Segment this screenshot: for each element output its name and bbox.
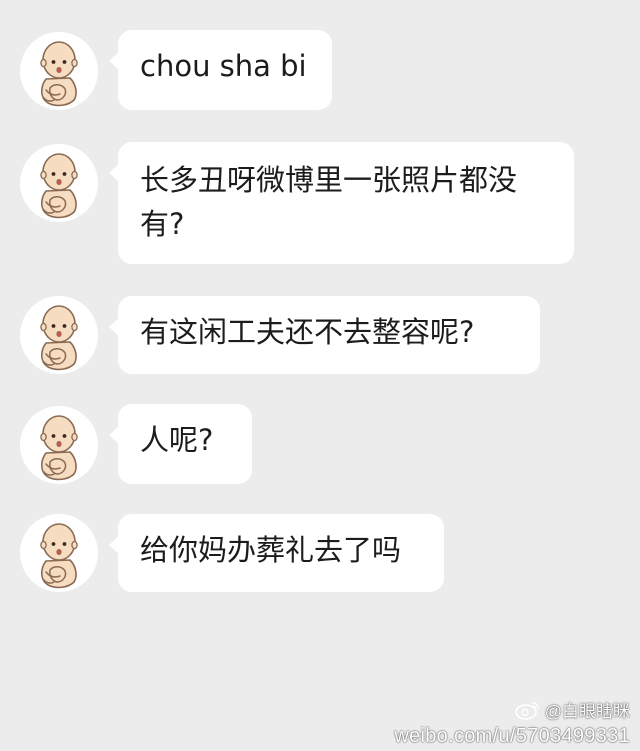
baby-cartoon-icon <box>20 406 98 484</box>
baby-cartoon-icon <box>20 514 98 592</box>
avatar[interactable] <box>20 406 98 484</box>
watermark: @白眼瞎眯 weibo.com/u/5703499331 <box>394 700 630 747</box>
baby-cartoon-icon <box>20 144 98 222</box>
avatar[interactable] <box>20 296 98 374</box>
watermark-handle-row: @白眼瞎眯 <box>394 700 630 725</box>
watermark-handle: @白眼瞎眯 <box>544 701 630 721</box>
message-bubble[interactable]: 长多丑呀微博里一张照片都没有? <box>109 142 574 264</box>
watermark-url: weibo.com/u/5703499331 <box>394 725 630 747</box>
baby-cartoon-icon <box>20 32 98 110</box>
baby-cartoon-icon <box>20 296 98 374</box>
message-bubble[interactable]: chou sha bi <box>109 30 332 110</box>
message-bubble[interactable]: 人呢? <box>109 404 252 484</box>
avatar[interactable] <box>20 144 98 222</box>
weibo-logo-icon <box>514 700 541 725</box>
chat-transcript: chou sha bi 长多丑呀微博里一张照片都没有? 有这闲工夫还不去整容呢?… <box>0 0 640 751</box>
avatar[interactable] <box>20 514 98 592</box>
message-bubble[interactable]: 给你妈办葬礼去了吗 <box>109 514 444 592</box>
avatar[interactable] <box>20 32 98 110</box>
message-bubble[interactable]: 有这闲工夫还不去整容呢? <box>109 296 540 374</box>
